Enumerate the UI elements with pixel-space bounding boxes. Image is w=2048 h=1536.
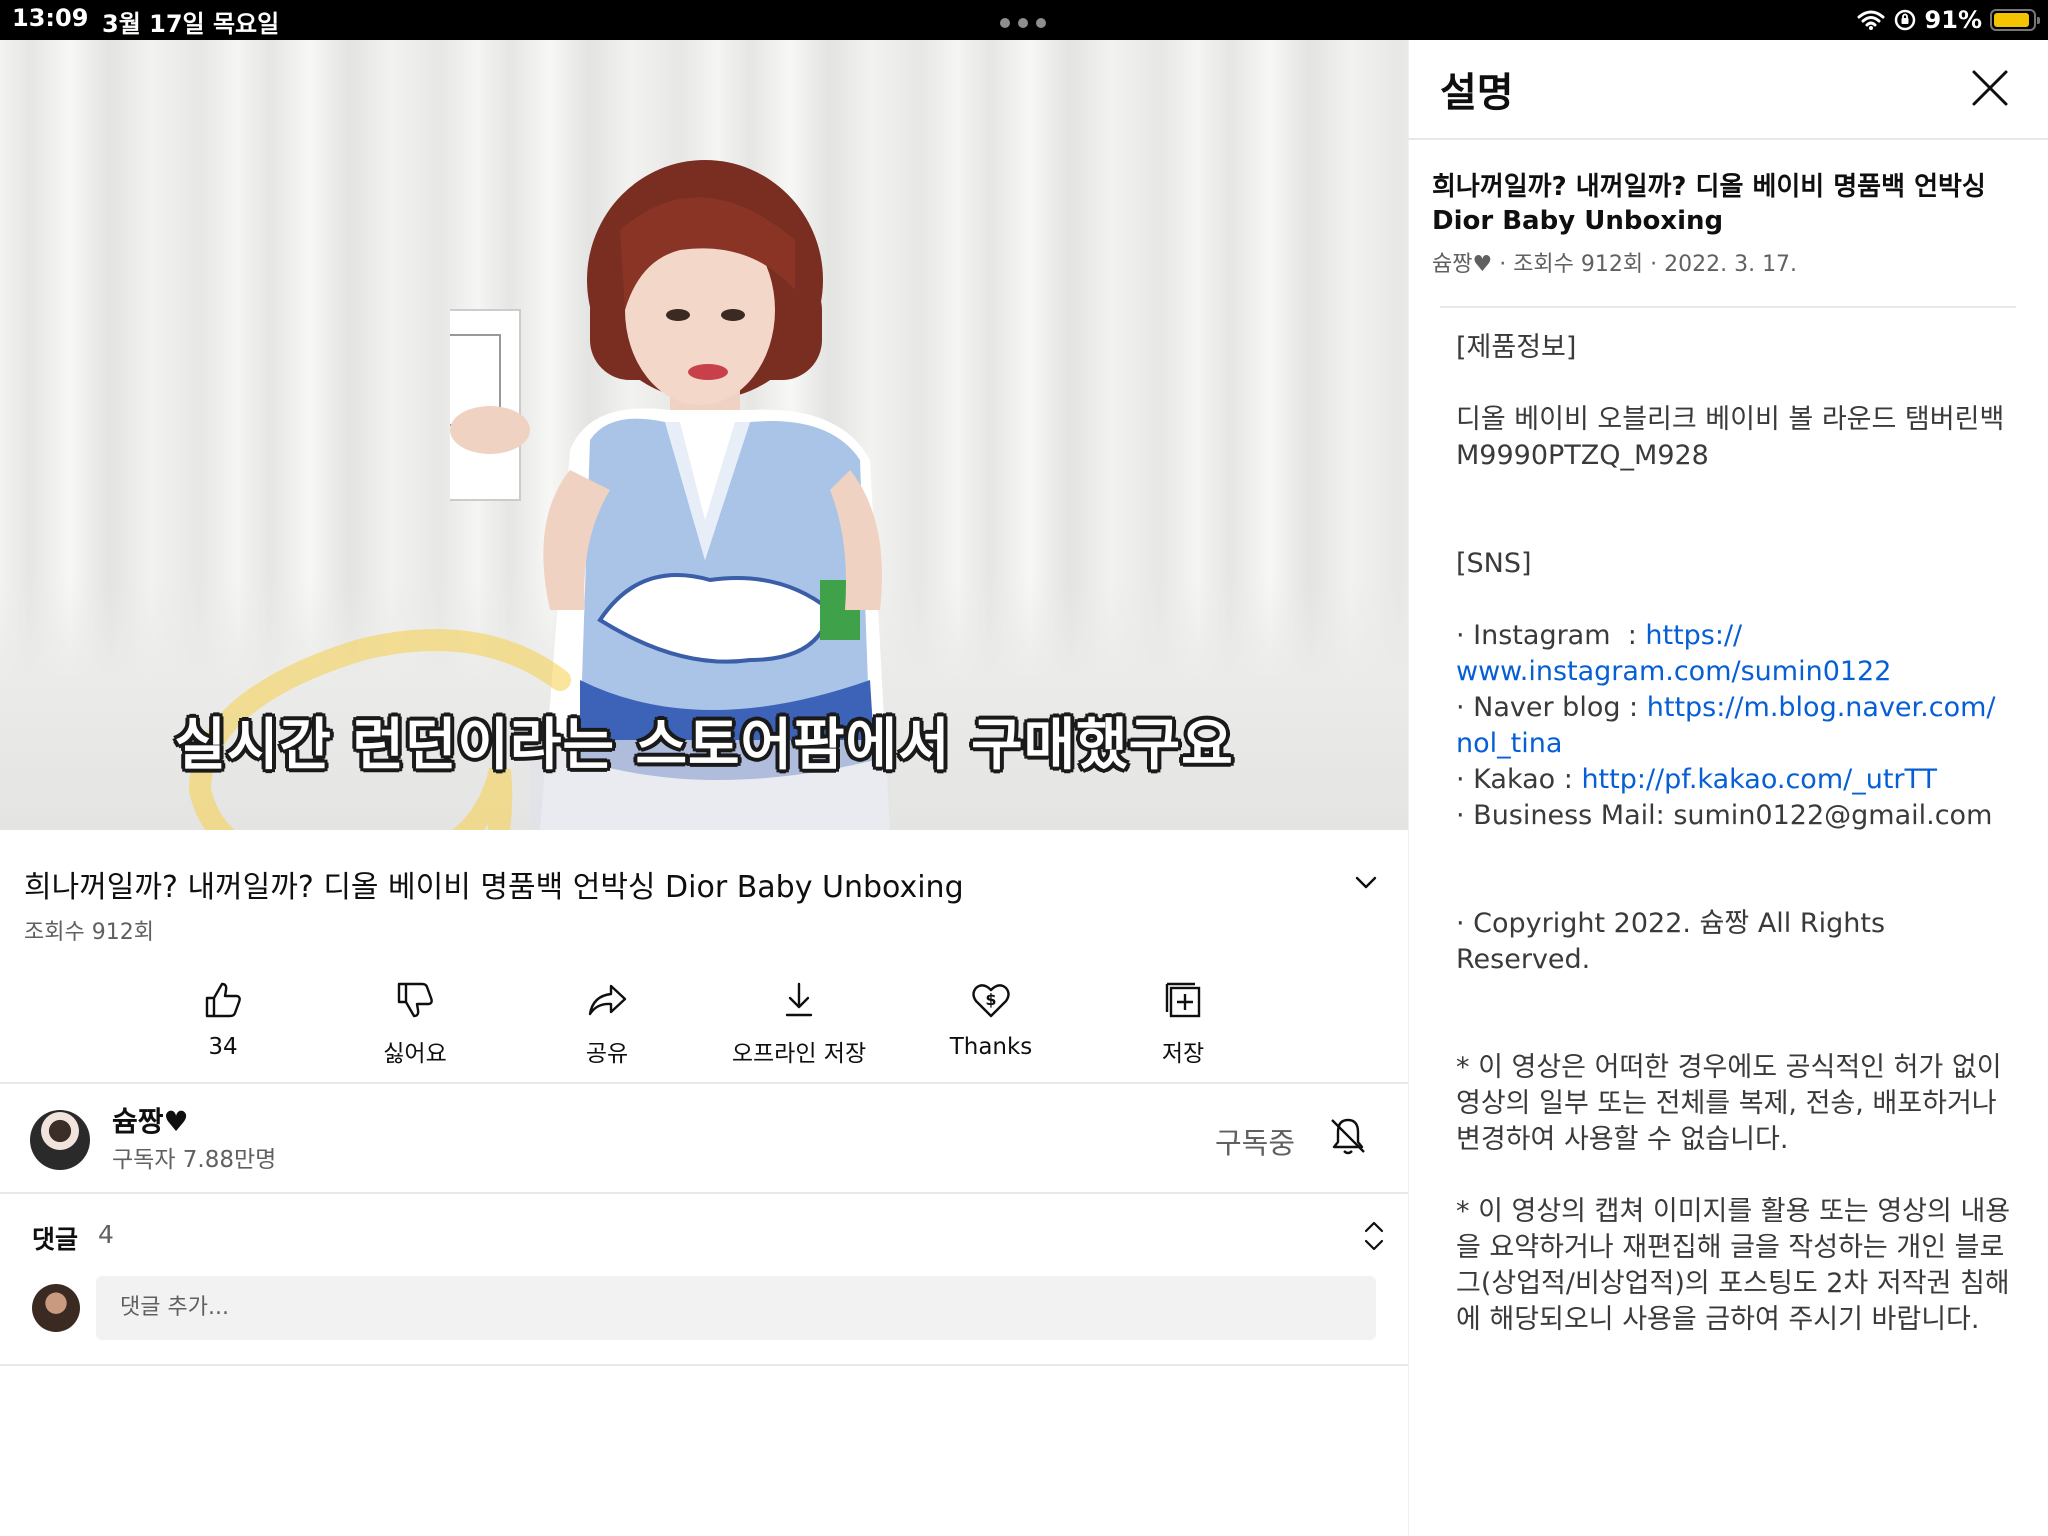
like-button[interactable]: 34 bbox=[127, 970, 319, 1060]
orientation-lock-icon bbox=[1894, 9, 1915, 31]
divider bbox=[0, 1364, 1408, 1366]
sns-header: [SNS] bbox=[1456, 548, 1532, 579]
wifi-icon bbox=[1857, 10, 1885, 30]
product-name: 디올 베이비 오블리크 베이비 볼 라운드 탬버린백 bbox=[1456, 404, 2005, 435]
share-button[interactable]: 공유 bbox=[511, 970, 703, 1067]
bell-off-icon[interactable] bbox=[1326, 1114, 1370, 1158]
divider bbox=[1408, 138, 2048, 140]
dislike-button[interactable]: 싫어요 bbox=[319, 970, 511, 1067]
download-button[interactable]: 오프라인 저장 bbox=[703, 970, 895, 1067]
instagram-link[interactable]: https:// bbox=[1645, 620, 1742, 651]
subscribed-button[interactable]: 구독중 bbox=[1215, 1120, 1295, 1162]
action-bar: 34 싫어요 공유 오프라인 저장 $ Thanks 저장 bbox=[0, 970, 1408, 1067]
chevron-down-icon[interactable] bbox=[1352, 868, 1380, 896]
naver-link-cont[interactable]: nol_tina bbox=[1456, 726, 2016, 762]
svg-text:$: $ bbox=[985, 990, 996, 1009]
product-code: M9990PTZQ_M928 bbox=[1456, 440, 1709, 471]
youtube-app: 13:09 3월 17일 목요일 91% 실시간 런던이라는 스토어팜에서 구매… bbox=[0, 0, 2048, 1536]
notice1-line3: 변경하여 사용할 수 없습니다. bbox=[1456, 1124, 1789, 1155]
video-player[interactable]: 실시간 런던이라는 스토어팜에서 구매했구요 bbox=[0, 40, 1408, 830]
thanks-label: Thanks bbox=[949, 1034, 1033, 1060]
description-body: [제품정보] 디올 베이비 오블리크 베이비 볼 라운드 탬버린백 M9990P… bbox=[1456, 330, 2016, 1338]
save-button[interactable]: 저장 bbox=[1087, 970, 1279, 1067]
notice2-line1: * 이 영상의 캡쳐 이미지를 활용 또는 영상의 내용 bbox=[1456, 1196, 2011, 1227]
copyright-line-cont: Reserved. bbox=[1456, 944, 1591, 975]
subscriber-count: 구독자 7.88만명 bbox=[112, 1147, 277, 1173]
channel-avatar[interactable] bbox=[30, 1110, 90, 1170]
battery-fill bbox=[1994, 13, 2029, 27]
comments-section[interactable]: 댓글 4 댓글 추가... bbox=[0, 1194, 1408, 1364]
like-icon bbox=[205, 982, 241, 1018]
naver-line: · Naver blog : https://m.blog.naver.com/ bbox=[1456, 690, 2016, 726]
panel-title: 설명 bbox=[1440, 70, 1514, 116]
expand-collapse-icon[interactable] bbox=[1360, 1218, 1388, 1254]
instagram-line: · Instagram : https:// bbox=[1456, 618, 2016, 654]
instagram-link-cont[interactable]: www.instagram.com/sumin0122 bbox=[1456, 654, 2016, 690]
video-title[interactable]: 희나꺼일까? 내꺼일까? 디올 베이비 명품백 언박싱 Dior Baby Un… bbox=[24, 862, 1324, 906]
divider bbox=[1440, 306, 2016, 308]
share-label: 공유 bbox=[585, 1041, 629, 1067]
notice1-line2: 영상의 일부 또는 전체를 복제, 전송, 배포하거나 bbox=[1456, 1088, 1997, 1119]
add-comment-input[interactable]: 댓글 추가... bbox=[96, 1276, 1376, 1340]
kakao-line: · Kakao : http://pf.kakao.com/_utrTT bbox=[1456, 762, 2016, 798]
product-header: [제품정보] bbox=[1456, 332, 1577, 363]
thanks-button[interactable]: $ Thanks bbox=[895, 970, 1087, 1060]
save-label: 저장 bbox=[1161, 1041, 1205, 1067]
thanks-icon: $ bbox=[972, 984, 1010, 1018]
status-right: 91% bbox=[1857, 4, 2040, 36]
battery-icon bbox=[1990, 9, 2040, 31]
channel-row[interactable]: 슘짱♥ 구독자 7.88만명 구독중 bbox=[0, 1084, 1408, 1192]
view-count: 조회수 912회 bbox=[24, 920, 154, 945]
status-date: 3월 17일 목요일 bbox=[102, 10, 280, 38]
download-icon bbox=[785, 982, 813, 1017]
video-caption: 실시간 런던이라는 스토어팜에서 구매했구요 bbox=[174, 713, 1234, 778]
business-mail: · Business Mail: sumin0122@gmail.com bbox=[1456, 800, 1993, 831]
notice1-line1: * 이 영상은 어떠한 경우에도 공식적인 허가 없이 bbox=[1456, 1052, 2002, 1083]
comments-count: 4 bbox=[98, 1220, 114, 1249]
panel-separator bbox=[1408, 40, 1409, 1536]
description-title: 희나꺼일까? 내꺼일까? 디올 베이비 명품백 언박싱 Dior Baby Un… bbox=[1432, 172, 1986, 236]
notice2-line4: 에 해당되오니 사용을 금하여 주시기 바랍니다. bbox=[1456, 1304, 1980, 1335]
kakao-link[interactable]: http://pf.kakao.com/_utrTT bbox=[1581, 764, 1937, 795]
battery-percent: 91% bbox=[1924, 6, 1982, 34]
copyright-line: · Copyright 2022. 슘짱 All Rights bbox=[1456, 908, 1886, 939]
download-label: 오프라인 저장 bbox=[731, 1041, 867, 1067]
naver-link[interactable]: https://m.blog.naver.com/ bbox=[1647, 692, 1996, 723]
dislike-label: 싫어요 bbox=[383, 1041, 447, 1067]
channel-name[interactable]: 슘짱♥ bbox=[112, 1100, 189, 1140]
notice2-line3: 그(상업적/비상업적)의 포스팅도 2차 저작권 침해 bbox=[1456, 1268, 2010, 1299]
dislike-icon bbox=[397, 982, 433, 1018]
notice2-line2: 을 요약하거나 재편집해 글을 작성하는 개인 블로 bbox=[1456, 1232, 2005, 1263]
kakao-label: · Kakao : bbox=[1456, 764, 1582, 795]
like-count: 34 bbox=[208, 1034, 238, 1060]
share-icon bbox=[588, 984, 627, 1016]
instagram-label: · Instagram : bbox=[1456, 620, 1646, 651]
comments-label: 댓글 bbox=[32, 1225, 79, 1254]
save-icon bbox=[1165, 982, 1201, 1018]
user-avatar bbox=[32, 1284, 80, 1332]
description-meta: 슘짱♥ · 조회수 912회 · 2022. 3. 17. bbox=[1432, 252, 1798, 277]
status-time: 13:09 bbox=[12, 4, 89, 32]
multitasking-dots-icon[interactable] bbox=[1000, 18, 1046, 28]
close-icon[interactable] bbox=[1970, 68, 2010, 108]
naver-label: · Naver blog : bbox=[1456, 692, 1647, 723]
status-bar: 13:09 3월 17일 목요일 91% bbox=[0, 0, 2048, 40]
